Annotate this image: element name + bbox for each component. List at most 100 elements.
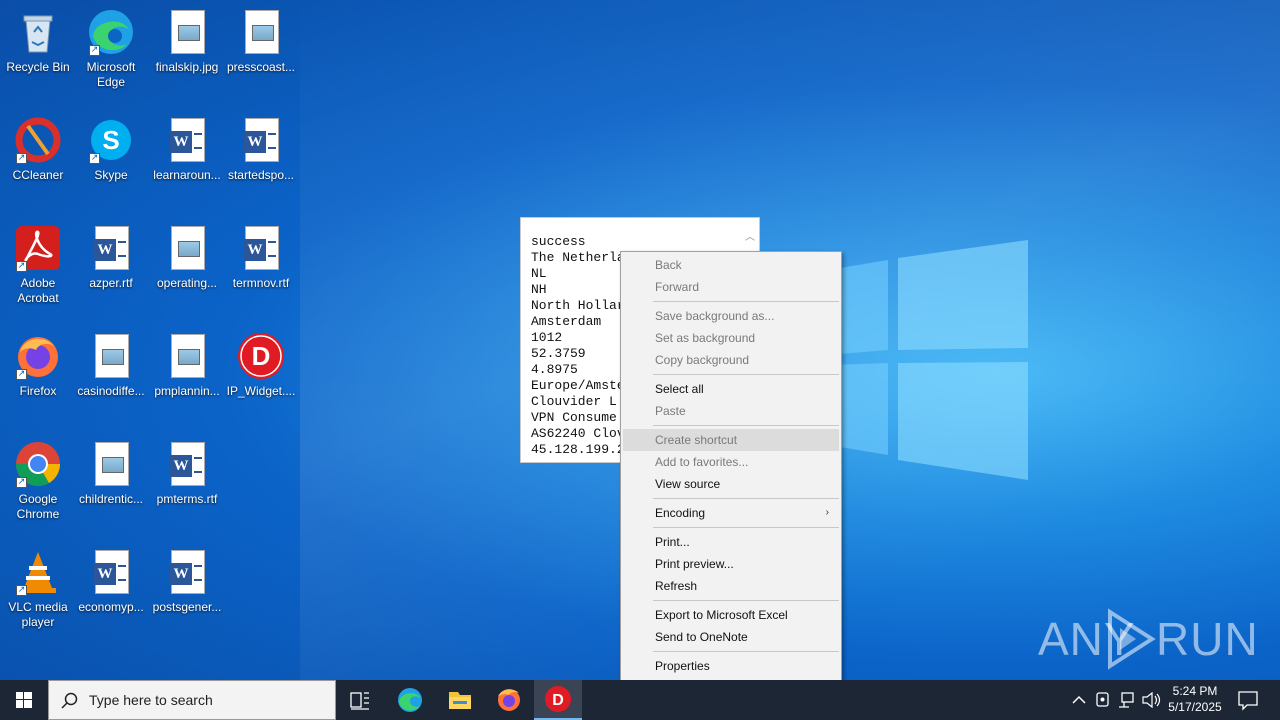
desktop-icon-label: Recycle Bin [6,60,70,74]
menu-item-view-source[interactable]: View source [623,473,839,495]
firefox-icon: ↗ [14,332,62,380]
desktop-icon-adobe-acrobat[interactable]: ↗ Adobe Acrobat [0,224,76,306]
menu-item-set-as-background[interactable]: Set as background [623,327,839,349]
desktop-icon-label: economyp... [78,600,144,614]
taskbar-file-explorer[interactable] [436,680,484,720]
menu-item-encoding[interactable]: Encoding › [623,502,839,524]
desktop-icon-label: Microsoft Edge [86,60,136,89]
volume-icon [1142,691,1161,709]
word-doc-icon: W [87,548,135,596]
anyrun-watermark: ANY RUN [1038,606,1258,676]
tray-network[interactable] [1116,680,1138,720]
taskbar-search-box[interactable]: Type here to search [48,680,336,720]
menu-item-print[interactable]: Print... [623,531,839,553]
desktop-icon-label: pmplannin... [154,384,220,398]
desktop-icon-label: startedspo... [227,168,295,182]
firefox-icon [498,689,520,711]
menu-item-properties[interactable]: Properties [623,655,839,677]
menu-item-select-all[interactable]: Select all [623,378,839,400]
desktop-icon-recycle-bin[interactable]: Recycle Bin [0,8,76,75]
ip-widget-icon: D [545,686,571,712]
menu-item-save-background[interactable]: Save background as... [623,305,839,327]
menu-item-export-excel[interactable]: Export to Microsoft Excel [623,604,839,626]
taskbar-edge[interactable] [386,680,434,720]
desktop-icon-label: VLC media player [8,600,68,629]
edge-icon [398,688,422,712]
ip-widget-icon: D [237,332,285,380]
acrobat-icon: ↗ [14,224,62,272]
chrome-icon: ↗ [14,440,62,488]
windows-logo-wallpaper [828,240,1028,480]
menu-separator [653,498,839,499]
menu-item-paste[interactable]: Paste [623,400,839,422]
word-doc-icon: W [163,548,211,596]
desktop-icon-pmplannin[interactable]: pmplannin... [149,332,225,399]
desktop-icon-childrentic[interactable]: childrentic... [73,440,149,507]
tray-volume[interactable] [1140,680,1162,720]
skype-icon: S ↗ [87,116,135,164]
desktop-icon-label: operating... [156,276,218,290]
menu-separator [653,651,839,652]
desktop-icon-label: learnaroun... [153,168,221,182]
action-center-button[interactable] [1232,680,1264,720]
image-file-icon [163,224,211,272]
taskbar-ip-widget[interactable]: D [534,680,582,720]
windows-start-icon [16,692,32,708]
task-view-button[interactable] [336,680,384,720]
file-explorer-icon [449,692,471,709]
menu-item-forward[interactable]: Forward [623,276,839,298]
tray-device[interactable] [1092,680,1114,720]
start-button[interactable] [0,680,48,720]
menu-item-create-shortcut[interactable]: Create shortcut [623,429,839,451]
menu-item-back[interactable]: Back [623,254,839,276]
desktop-icon-finalskip[interactable]: finalskip.jpg [149,8,225,75]
word-doc-icon: W [163,440,211,488]
desktop-icon-pmterms[interactable]: W pmterms.rtf [149,440,225,507]
menu-separator [653,527,839,528]
desktop-icon-label: azper.rtf [89,276,133,290]
recycle-bin-icon [14,8,62,56]
ip-info-text: success The Netherla NL NH North Hollar … [531,234,625,457]
desktop-icon-ip-widget[interactable]: D IP_Widget.... [223,332,299,399]
chevron-up-icon [1072,695,1086,704]
desktop-icon-presscoast[interactable]: presscoast... [223,8,299,75]
desktop-icon-economyp[interactable]: W economyp... [73,548,149,615]
play-triangle-icon [1108,608,1156,670]
shortcut-arrow-icon: ↗ [89,153,100,164]
desktop-icon-azper[interactable]: W azper.rtf [73,224,149,291]
tray-overflow-button[interactable] [1068,680,1090,720]
desktop[interactable]: Recycle Bin ↗ Microsoft Edge finalskip.j… [0,0,1280,680]
desktop-icon-ccleaner[interactable]: ↗ CCleaner [0,116,76,183]
desktop-icon-termnov[interactable]: W termnov.rtf [223,224,299,291]
taskbar: Type here to search D 5:24 PM 5/17/2025 [0,680,1280,720]
clock-date: 5/17/2025 [1168,700,1222,714]
desktop-icon-vlc[interactable]: ↗ VLC media player [0,548,76,630]
desktop-icon-edge[interactable]: ↗ Microsoft Edge [73,8,149,90]
shortcut-arrow-icon: ↗ [16,585,27,596]
scroll-up-icon[interactable]: ︿ [743,228,757,243]
clock-time: 5:24 PM [1172,684,1218,698]
context-menu[interactable]: Back Forward Save background as... Set a… [620,251,842,680]
menu-item-send-to-onenote[interactable]: Send to OneNote [623,626,839,648]
menu-item-refresh[interactable]: Refresh [623,575,839,597]
menu-item-copy-background[interactable]: Copy background [623,349,839,371]
taskbar-clock[interactable]: 5:24 PM 5/17/2025 [1160,683,1230,715]
desktop-icon-operating[interactable]: operating... [149,224,225,291]
desktop-icon-learnaroun[interactable]: W learnaroun... [149,116,225,183]
desktop-icon-google-chrome[interactable]: ↗ Google Chrome [0,440,76,522]
image-file-icon [163,8,211,56]
desktop-icon-label: CCleaner [12,168,64,182]
vlc-icon: ↗ [14,548,62,596]
taskbar-firefox[interactable] [485,680,533,720]
word-doc-icon: W [87,224,135,272]
desktop-icon-firefox[interactable]: ↗ Firefox [0,332,76,399]
desktop-icon-startedspo[interactable]: W startedspo... [223,116,299,183]
desktop-icon-skype[interactable]: S ↗ Skype [73,116,149,183]
desktop-icon-label: Adobe Acrobat [17,276,59,305]
search-placeholder: Type here to search [89,692,213,708]
menu-item-add-to-favorites[interactable]: Add to favorites... [623,451,839,473]
desktop-icon-casinodiffe[interactable]: casinodiffe... [73,332,149,399]
word-doc-icon: W [237,224,285,272]
desktop-icon-postsgener[interactable]: W postsgener... [149,548,225,615]
menu-item-print-preview[interactable]: Print preview... [623,553,839,575]
